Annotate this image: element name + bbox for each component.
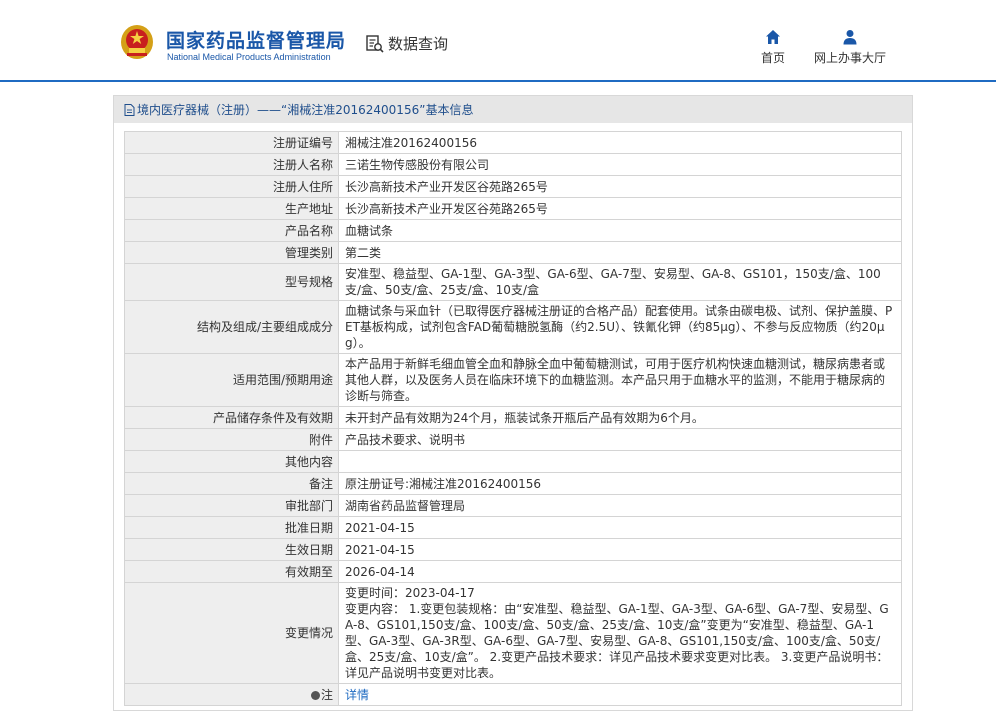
- row-value: 湘械注准20162400156: [338, 131, 902, 154]
- table-row: 附件 产品技术要求、说明书: [124, 428, 902, 451]
- note-row: 注 详情: [124, 683, 902, 706]
- row-key: 注册证编号: [124, 131, 339, 154]
- panel-title-category: 境内医疗器械（注册）: [137, 103, 258, 117]
- row-value: 第二类: [338, 241, 902, 264]
- table-row: 生产地址 长沙高新技术产业开发区谷苑路265号: [124, 197, 902, 220]
- registration-info-table: 注册证编号 湘械注准20162400156 注册人名称 三诺生物传感股份有限公司 注…: [124, 131, 902, 706]
- nav-home[interactable]: 首页: [758, 29, 788, 66]
- table-row: 其他内容: [124, 450, 902, 473]
- data-query-link[interactable]: 数据查询: [365, 33, 448, 54]
- details-link[interactable]: 详情: [345, 688, 369, 702]
- row-value: 长沙高新技术产业开发区谷苑路265号: [338, 175, 902, 198]
- panel-title-suffix: 基本信息: [425, 103, 474, 117]
- nav-online-office-label: 网上办事大厅: [813, 51, 886, 65]
- table-row: 审批部门 湖南省药品监督管理局: [124, 494, 902, 517]
- row-value: 三诺生物传感股份有限公司: [338, 153, 902, 176]
- table-row: 适用范围/预期用途 本产品用于新鲜毛细血管全血和静脉全血中葡萄糖测试，可用于医疗机…: [124, 353, 902, 407]
- row-key: 审批部门: [124, 494, 339, 517]
- site-subtitle: National Medical Products Administration: [167, 52, 331, 62]
- panel-title-cert-number: “湘械注准20162400156”: [281, 103, 426, 117]
- note-key: 注: [124, 683, 339, 706]
- change-key: 变更情况: [124, 582, 339, 684]
- change-value: 变更时间：2023-04-17 变更内容： 1.变更包装规格：由“安准型、稳益型…: [338, 582, 902, 684]
- change-time: 变更时间：2023-04-17: [345, 586, 475, 600]
- row-key: 产品名称: [124, 219, 339, 242]
- row-value: 血糖试条: [338, 219, 902, 242]
- panel-title: 境内医疗器械（注册） —— “湘械注准20162400156” 基本信息: [114, 96, 912, 123]
- row-value: [338, 450, 902, 473]
- row-value: 安准型、稳益型、GA-1型、GA-3型、GA-6型、GA-7型、安易型、GA-8…: [338, 263, 902, 301]
- site-header: 国家药品监督管理局 National Medical Products Admi…: [0, 0, 996, 82]
- table-row: 批准日期 2021-04-15: [124, 516, 902, 539]
- nav-home-label: 首页: [760, 51, 785, 65]
- row-key: 批准日期: [124, 516, 339, 539]
- table-row: 型号规格 安准型、稳益型、GA-1型、GA-3型、GA-6型、GA-7型、安易型、…: [124, 263, 902, 301]
- row-value: 本产品用于新鲜毛细血管全血和静脉全血中葡萄糖测试，可用于医疗机构快速血糖测试，糖…: [338, 353, 902, 407]
- row-key: 管理类别: [124, 241, 339, 264]
- detail-panel: 境内医疗器械（注册） —— “湘械注准20162400156” 基本信息 注册证…: [113, 95, 913, 711]
- table-row: 有效期至 2026-04-14: [124, 560, 902, 583]
- table-row: 产品名称 血糖试条: [124, 219, 902, 242]
- home-icon: [766, 30, 780, 44]
- row-key: 型号规格: [124, 263, 339, 301]
- note-bullet-icon: [310, 690, 320, 700]
- document-icon: [124, 103, 135, 116]
- row-key: 生产地址: [124, 197, 339, 220]
- change-content: 变更内容： 1.变更包装规格：由“安准型、稳益型、GA-1型、GA-3型、GA-…: [345, 602, 889, 680]
- search-document-icon: [366, 34, 384, 53]
- row-value: 产品技术要求、说明书: [338, 428, 902, 451]
- row-key: 有效期至: [124, 560, 339, 583]
- table-row: 注册人名称 三诺生物传感股份有限公司: [124, 153, 902, 176]
- row-value: 原注册证号:湘械注准20162400156: [338, 472, 902, 495]
- row-value: 血糖试条与采血针（已取得医疗器械注册证的合格产品）配套使用。试条由碳电极、试剂、…: [338, 300, 902, 354]
- row-key: 结构及组成/主要组成成分: [124, 300, 339, 354]
- table-row: 注册证编号 湘械注准20162400156: [124, 131, 902, 154]
- note-key-label: 注: [320, 687, 333, 702]
- row-value: 2026-04-14: [338, 560, 902, 583]
- row-key: 注册人名称: [124, 153, 339, 176]
- national-emblem-icon[interactable]: [120, 22, 154, 60]
- row-value: 湖南省药品监督管理局: [338, 494, 902, 517]
- panel-title-dash: ——: [257, 102, 282, 117]
- row-key: 备注: [124, 472, 339, 495]
- row-key: 其他内容: [124, 450, 339, 473]
- row-key: 生效日期: [124, 538, 339, 561]
- table-row: 产品储存条件及有效期 未开封产品有效期为24个月，瓶装试条开瓶后产品有效期为6个月…: [124, 406, 902, 429]
- change-row: 变更情况 变更时间：2023-04-17 变更内容： 1.变更包装规格：由“安准…: [124, 582, 902, 684]
- table-row: 备注 原注册证号:湘械注准20162400156: [124, 472, 902, 495]
- row-value: 2021-04-15: [338, 538, 902, 561]
- table-row: 结构及组成/主要组成成分 血糖试条与采血针（已取得医疗器械注册证的合格产品）配套使…: [124, 300, 902, 354]
- note-value: 详情: [338, 683, 902, 706]
- nav-online-office[interactable]: 网上办事大厅: [812, 29, 888, 66]
- table-row: 注册人住所 长沙高新技术产业开发区谷苑路265号: [124, 175, 902, 198]
- row-value: 2021-04-15: [338, 516, 902, 539]
- row-key: 适用范围/预期用途: [124, 353, 339, 407]
- table-row: 生效日期 2021-04-15: [124, 538, 902, 561]
- table-row: 管理类别 第二类: [124, 241, 902, 264]
- site-title[interactable]: 国家药品监督管理局: [166, 26, 346, 53]
- row-key: 附件: [124, 428, 339, 451]
- row-key: 注册人住所: [124, 175, 339, 198]
- row-value: 长沙高新技术产业开发区谷苑路265号: [338, 197, 902, 220]
- data-query-label: 数据查询: [388, 35, 449, 53]
- user-icon: [843, 30, 857, 45]
- row-value: 未开封产品有效期为24个月，瓶装试条开瓶后产品有效期为6个月。: [338, 406, 902, 429]
- row-key: 产品储存条件及有效期: [124, 406, 339, 429]
